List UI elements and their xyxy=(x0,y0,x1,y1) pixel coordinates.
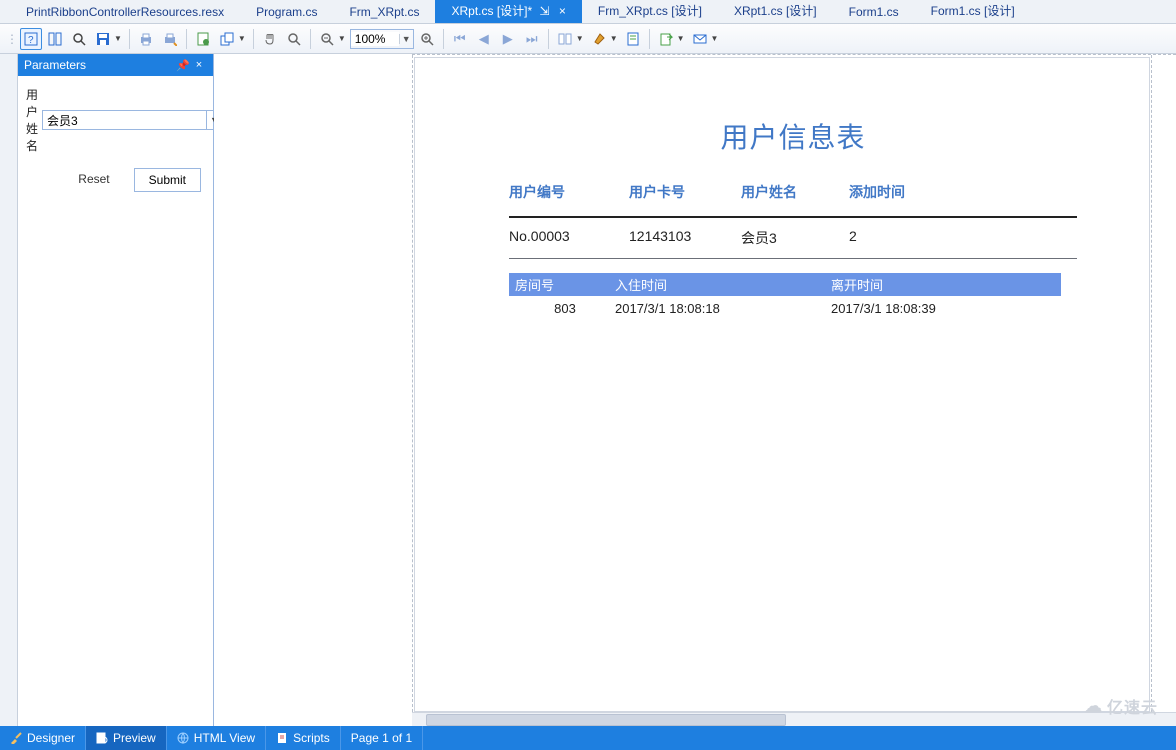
magnifier-button[interactable] xyxy=(283,28,305,50)
zoom-in-button[interactable] xyxy=(416,28,438,50)
sub-cell-room: 803 xyxy=(515,301,615,316)
zoom-combo[interactable]: ▼ xyxy=(350,29,414,49)
export-button[interactable] xyxy=(655,28,677,50)
zoom-dropdown[interactable]: ▼ xyxy=(399,34,413,44)
export-dropdown[interactable]: ▼ xyxy=(677,34,687,43)
designer-icon xyxy=(10,732,22,744)
pin-panel-icon[interactable]: 📌 xyxy=(175,59,191,72)
zoom-out-button[interactable] xyxy=(316,28,338,50)
col-header-card: 用户卡号 xyxy=(629,182,741,202)
sub-col-checkin: 入住时间 xyxy=(615,275,831,294)
tab-xrpt1-design[interactable]: XRpt1.cs [设计] xyxy=(718,0,833,23)
parameters-panel: Parameters 📌 × 用户姓名 ▼ Reset Submit xyxy=(18,54,214,726)
report-page: 用户信息表 用户编号 用户卡号 用户姓名 添加时间 No.00003 12143… xyxy=(414,57,1150,712)
document-tab-strip: PrintRibbonControllerResources.resx Prog… xyxy=(0,0,1176,24)
email-button[interactable] xyxy=(689,28,711,50)
tab-resources[interactable]: PrintRibbonControllerResources.resx xyxy=(10,1,240,23)
view-scripts-button[interactable]: Scripts xyxy=(266,726,341,750)
tab-program[interactable]: Program.cs xyxy=(240,1,333,23)
toolbar: ⋮ ? ▼ ▼ ▼ ▼ ⏮ ◀ ▶ ⏭ ▼ ▼ ▼ ▼ xyxy=(0,24,1176,54)
reset-button[interactable]: Reset xyxy=(64,168,123,192)
scale-button[interactable] xyxy=(216,28,238,50)
param-input-username[interactable] xyxy=(43,111,206,129)
tab-frm-xrpt[interactable]: Frm_XRpt.cs xyxy=(333,1,435,23)
close-icon[interactable]: × xyxy=(559,4,566,18)
cloud-icon: ☁ xyxy=(1084,696,1103,717)
background-color-button[interactable] xyxy=(588,28,610,50)
sub-header-row: 房间号 入住时间 离开时间 xyxy=(509,273,1061,296)
col-header-name: 用户姓名 xyxy=(741,182,849,202)
scale-dropdown[interactable]: ▼ xyxy=(238,34,248,43)
cell-id: No.00003 xyxy=(509,228,629,248)
side-gutter xyxy=(0,54,18,726)
quick-print-button[interactable] xyxy=(159,28,181,50)
view-html-button[interactable]: HTML View xyxy=(167,726,266,750)
multipage-dropdown[interactable]: ▼ xyxy=(576,34,586,43)
page-setup-button[interactable] xyxy=(192,28,214,50)
print-button[interactable] xyxy=(135,28,157,50)
preview-area: 用户信息表 用户编号 用户卡号 用户姓名 添加时间 No.00003 12143… xyxy=(214,54,1176,726)
sub-col-checkout: 离开时间 xyxy=(831,275,1051,294)
toggle-sidebar-button[interactable]: ? xyxy=(20,28,42,50)
sub-col-room: 房间号 xyxy=(515,275,615,294)
first-page-button[interactable]: ⏮ xyxy=(449,28,471,50)
pin-icon[interactable]: ⇲ xyxy=(540,4,550,18)
scrollbar-thumb[interactable] xyxy=(426,714,786,726)
watermark: ☁ 亿速云 xyxy=(1084,694,1158,718)
col-header-id: 用户编号 xyxy=(509,182,629,202)
bgcolor-dropdown[interactable]: ▼ xyxy=(610,34,620,43)
multipage-button[interactable] xyxy=(554,28,576,50)
submit-button[interactable]: Submit xyxy=(134,168,201,192)
prev-page-button[interactable]: ◀ xyxy=(473,28,495,50)
horizontal-scrollbar[interactable] xyxy=(412,712,1176,726)
tab-frm-xrpt-design[interactable]: Frm_XRpt.cs [设计] xyxy=(582,0,718,23)
view-preview-button[interactable]: Preview xyxy=(86,726,167,750)
sub-cell-checkin: 2017/3/1 18:08:18 xyxy=(615,301,831,316)
save-button[interactable] xyxy=(92,28,114,50)
hand-tool-button[interactable] xyxy=(259,28,281,50)
main-area: Parameters 📌 × 用户姓名 ▼ Reset Submit 用户信息表 xyxy=(0,54,1176,726)
report-title: 用户信息表 xyxy=(509,116,1077,156)
watermark-button[interactable] xyxy=(622,28,644,50)
parameters-title: Parameters xyxy=(24,58,175,72)
close-panel-icon[interactable]: × xyxy=(191,59,207,71)
save-dropdown[interactable]: ▼ xyxy=(114,34,124,43)
cell-name: 会员3 xyxy=(741,228,849,248)
sub-cell-checkout: 2017/3/1 18:08:39 xyxy=(831,301,1051,316)
status-bar: Designer Preview HTML View Scripts Page … xyxy=(0,726,1176,750)
zoom-input[interactable] xyxy=(351,32,399,46)
col-header-addtime: 添加时间 xyxy=(849,182,949,202)
tab-xrpt-design[interactable]: XRpt.cs [设计]* ⇲ × xyxy=(435,0,581,23)
last-page-button[interactable]: ⏭ xyxy=(521,28,543,50)
search-button[interactable] xyxy=(68,28,90,50)
preview-icon xyxy=(96,732,108,744)
sub-data-row: 803 2017/3/1 18:08:18 2017/3/1 18:08:39 xyxy=(509,296,1061,321)
html-icon xyxy=(177,732,189,744)
param-label-username: 用户姓名 xyxy=(26,86,38,154)
tab-form1[interactable]: Form1.cs xyxy=(833,1,915,23)
email-dropdown[interactable]: ▼ xyxy=(711,34,721,43)
param-combo-username[interactable]: ▼ xyxy=(42,110,223,130)
cell-card: 12143103 xyxy=(629,228,741,248)
scripts-icon xyxy=(276,732,288,744)
tab-form1-design[interactable]: Form1.cs [设计] xyxy=(915,0,1031,23)
zoom-out-dropdown[interactable]: ▼ xyxy=(338,34,348,43)
next-page-button[interactable]: ▶ xyxy=(497,28,519,50)
parameters-header: Parameters 📌 × xyxy=(18,54,213,76)
toolbar-grip: ⋮ xyxy=(6,32,18,46)
find-button[interactable] xyxy=(44,28,66,50)
report-data-row: No.00003 12143103 会员3 2 xyxy=(509,224,1077,254)
report-header-row: 用户编号 用户卡号 用户姓名 添加时间 xyxy=(509,182,1077,216)
page-info: Page 1 of 1 xyxy=(341,726,423,750)
view-designer-button[interactable]: Designer xyxy=(0,726,86,750)
svg-text:?: ? xyxy=(28,35,34,46)
cell-addtime: 2 xyxy=(849,228,949,248)
